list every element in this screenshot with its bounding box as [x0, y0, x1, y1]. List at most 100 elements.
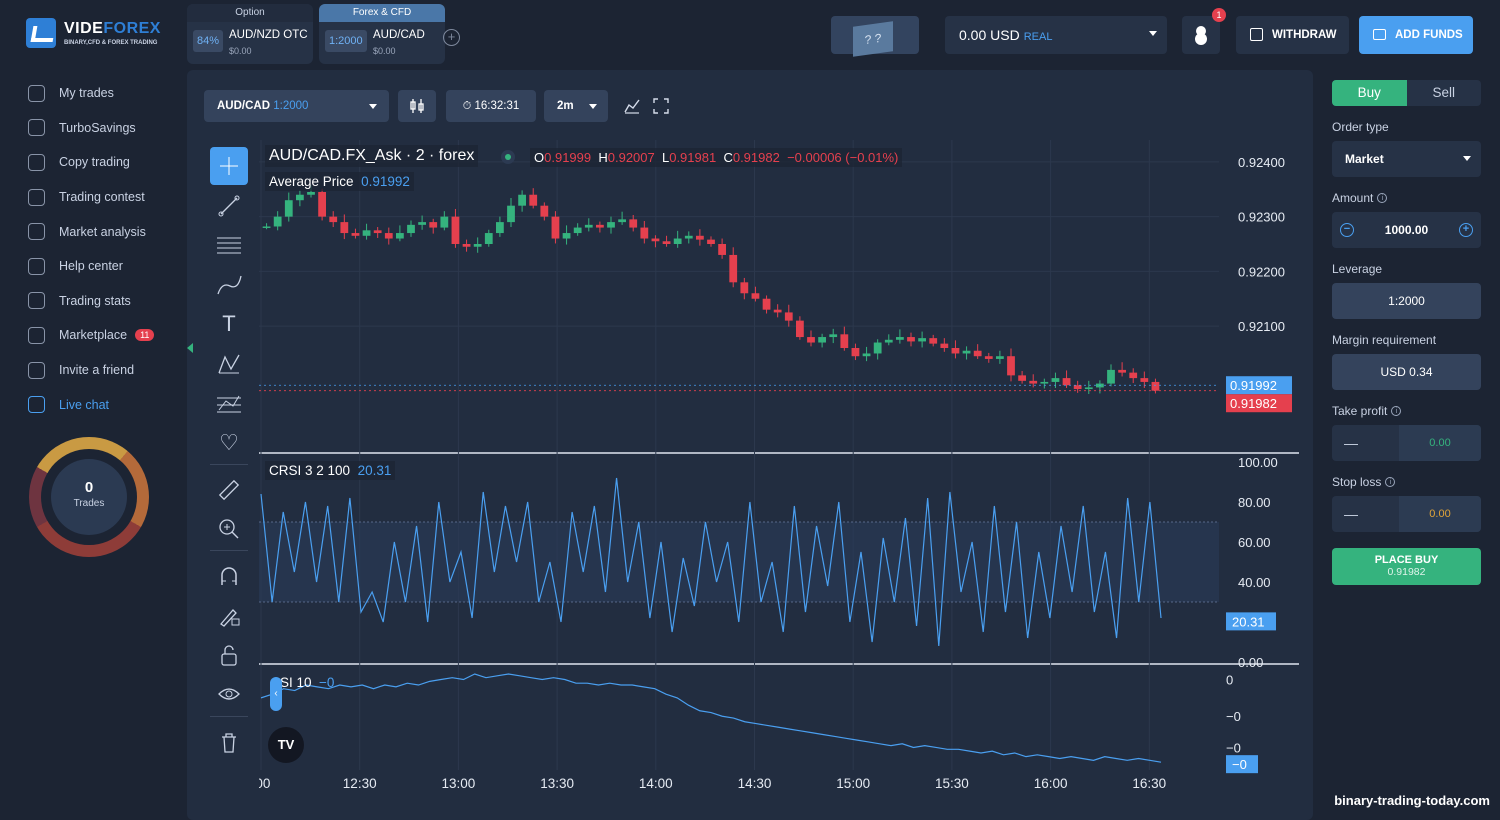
crosshair-tool[interactable]: [210, 147, 248, 185]
fullscreen-button[interactable]: [653, 98, 669, 114]
trendline-tool[interactable]: [210, 187, 248, 225]
asset-tab-category: Forex & CFD: [319, 4, 445, 22]
candle: [918, 338, 926, 342]
candle: [1129, 372, 1138, 379]
candle: [1007, 356, 1015, 376]
ruler-tool[interactable]: [210, 471, 248, 509]
place-buy-button[interactable]: PLACE BUY 0.91982: [1332, 548, 1481, 585]
symbol-selector[interactable]: AUD/CAD 1:2000: [204, 90, 389, 122]
stay-drawing-icon[interactable]: [210, 597, 248, 635]
interval-selector[interactable]: 2m: [544, 90, 608, 122]
pattern-tool[interactable]: [210, 345, 248, 383]
gear-icon: [28, 326, 45, 344]
candle: [829, 334, 838, 338]
add-funds-button[interactable]: ADD FUNDS: [1359, 16, 1473, 54]
text-tool[interactable]: T: [210, 305, 248, 343]
sell-tab[interactable]: Sell: [1407, 80, 1482, 106]
eye-icon[interactable]: [210, 676, 248, 714]
add-asset-tab-button[interactable]: +: [443, 29, 460, 46]
clock-icon: ⏱: [462, 100, 472, 112]
forecast-tool[interactable]: [210, 384, 248, 422]
chevron-down-icon: [589, 104, 597, 109]
lock-icon[interactable]: [210, 636, 248, 674]
collapse-sidebar-icon[interactable]: [187, 343, 193, 353]
sidebar-item-invite-a-friend[interactable]: Invite a friend: [28, 353, 178, 388]
sidebar-item-trading-stats[interactable]: Trading stats: [28, 284, 178, 319]
sidebar-item-help-center[interactable]: Help center: [28, 249, 178, 284]
sidebar-item-label: TurboSavings: [59, 120, 136, 135]
brand-logo[interactable]: VIDEFOREX BINARY,CFD & FOREX TRADING: [26, 18, 161, 48]
increase-amount-button[interactable]: +: [1459, 223, 1473, 237]
candle: [1107, 369, 1115, 384]
trash-icon[interactable]: [210, 723, 248, 761]
stop-loss-field[interactable]: — 0.00: [1332, 496, 1481, 532]
leverage-label: Leverage: [1332, 262, 1383, 276]
take-profit-value[interactable]: 0.00: [1399, 425, 1481, 461]
promo-box-button[interactable]: ? ?: [831, 16, 919, 57]
sidebar-item-market-analysis[interactable]: Market analysis: [28, 214, 178, 249]
candle: [707, 239, 715, 244]
info-icon: i: [1377, 193, 1388, 203]
candle: [996, 356, 1004, 359]
order-type-select[interactable]: Market: [1332, 141, 1481, 177]
sidebar-item-my-trades[interactable]: My trades: [28, 76, 178, 111]
horizontal-lines-tool[interactable]: [210, 226, 248, 264]
x-tick-label: 16:30: [1132, 776, 1166, 791]
sidebar-item-turbosavings[interactable]: TurboSavings: [28, 111, 178, 146]
candle: [907, 337, 915, 342]
balance-selector[interactable]: 0.00 USD REAL: [945, 16, 1167, 54]
candle: [696, 235, 704, 240]
candle: [629, 219, 638, 228]
leverage-select[interactable]: 1:2000: [1332, 283, 1481, 319]
trades-label: Trades: [73, 498, 105, 509]
magnet-icon[interactable]: [210, 557, 248, 595]
candle: [518, 194, 526, 206]
candle: [718, 244, 726, 255]
price-chart[interactable]: :00 12:30 13:00 13:30 14:00 14:30 15:00 15:30 16…: [259, 140, 1299, 800]
si-y-tick: 0: [1226, 673, 1233, 688]
crsi-y-tick: 80.00: [1238, 495, 1271, 510]
amount-stepper[interactable]: − 1000.00 +: [1332, 212, 1481, 248]
sidebar-item-label: Trading contest: [59, 190, 145, 205]
heart-icon[interactable]: ♡: [210, 424, 248, 462]
stop-loss-value[interactable]: 0.00: [1399, 496, 1481, 532]
asset-tab-aud-nzd-otc[interactable]: Option 84% AUD/NZD OTC $0.00: [187, 4, 313, 64]
take-profit-toggle[interactable]: —: [1332, 425, 1399, 461]
candle: [884, 339, 893, 343]
asset-tab-aud-cad[interactable]: Forex & CFD 1:2000 AUD/CAD $0.00: [319, 4, 445, 64]
indicators-button[interactable]: [624, 98, 640, 114]
candle: [262, 226, 271, 228]
mystery-box-icon: ? ?: [853, 21, 893, 57]
candle: [296, 194, 304, 201]
average-price-legend: Average Price 0.91992: [265, 172, 414, 191]
profile-button[interactable]: [1182, 16, 1220, 54]
sidebar-item-live-chat[interactable]: Live chat: [28, 387, 178, 422]
chart-type-button[interactable]: [398, 90, 436, 122]
candle: [384, 233, 393, 239]
buy-tab[interactable]: Buy: [1332, 80, 1407, 106]
trades-gauge[interactable]: 0 Trades: [29, 437, 149, 557]
sidebar-item-copy-trading[interactable]: Copy trading: [28, 145, 178, 180]
info-icon: i: [1391, 406, 1402, 416]
sidebar-item-trading-contest[interactable]: Trading contest: [28, 180, 178, 215]
candle: [818, 337, 826, 343]
brush-tool[interactable]: [210, 266, 248, 304]
candle: [362, 230, 371, 236]
asset-tab-category: Option: [187, 4, 313, 22]
ohlc-readout: O0.91999 H0.92007 L0.91981 C0.91982 −0.0…: [530, 148, 903, 167]
take-profit-field[interactable]: — 0.00: [1332, 425, 1481, 461]
y-tick-label: 0.92300: [1238, 210, 1285, 225]
sidebar-item-marketplace[interactable]: Marketplace 11: [28, 318, 178, 353]
collapse-legend-button[interactable]: ‹: [270, 677, 282, 711]
margin-value: USD 0.34: [1332, 354, 1481, 390]
brand-name: VIDEFOREX: [64, 19, 161, 37]
decrease-amount-button[interactable]: −: [1340, 223, 1354, 237]
withdraw-button[interactable]: WITHDRAW: [1236, 16, 1349, 54]
chat-icon: [28, 396, 45, 414]
candle: [640, 227, 649, 239]
chevron-down-icon: [1149, 31, 1157, 36]
zoom-in-icon[interactable]: [210, 510, 248, 548]
y-tick-label: 0.92100: [1238, 319, 1285, 334]
stop-loss-toggle[interactable]: —: [1332, 496, 1399, 532]
tradingview-logo[interactable]: TV: [268, 727, 304, 763]
